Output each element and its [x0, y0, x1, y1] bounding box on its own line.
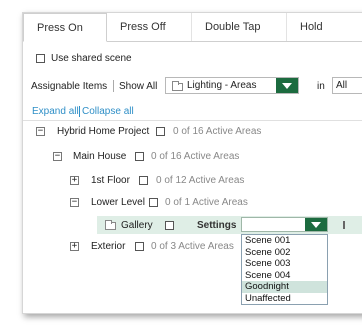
- location-dropdown[interactable]: All: [332, 77, 362, 94]
- exterior-expand-toggle[interactable]: +: [70, 242, 79, 251]
- tab-press-off[interactable]: Press Off: [107, 13, 192, 41]
- exterior-label: Exterior: [91, 241, 126, 252]
- filter-separator: [113, 80, 114, 92]
- exterior-checkbox[interactable]: [135, 242, 144, 251]
- divider: [23, 120, 362, 121]
- main-house-checkbox[interactable]: [135, 152, 144, 161]
- scene-option[interactable]: Scene 001: [242, 235, 327, 247]
- scene-select[interactable]: [241, 217, 328, 232]
- dropdown-arrow-button[interactable]: [276, 78, 298, 93]
- folder-icon: [172, 81, 183, 91]
- lower-level-collapse-toggle[interactable]: −: [70, 198, 79, 207]
- project-status: 0 of 16 Active Areas: [173, 126, 262, 137]
- tab-hold[interactable]: Hold: [287, 13, 362, 41]
- lower-level-label: Lower Level: [91, 197, 145, 208]
- category-dropdown[interactable]: Lighting - Areas: [165, 77, 299, 94]
- tab-bar: Press On Press Off Double Tap Hold: [23, 13, 362, 42]
- scene-option[interactable]: Scene 003: [242, 258, 327, 270]
- gallery-settings-label: Settings: [197, 220, 237, 231]
- use-shared-scene-checkbox[interactable]: [36, 54, 45, 63]
- location-dropdown-value: All: [336, 80, 348, 91]
- first-floor-expand-toggle[interactable]: +: [70, 176, 79, 185]
- project-label: Hybrid Home Project: [57, 126, 150, 137]
- gallery-row[interactable]: Gallery Settings: [97, 216, 362, 234]
- scene-dropdown-list: Scene 001 Scene 002 Scene 003 Scene 004 …: [241, 234, 328, 305]
- chevron-down-icon: [282, 83, 292, 89]
- main-house-collapse-toggle[interactable]: −: [53, 152, 62, 161]
- gallery-checkbox[interactable]: [165, 221, 174, 230]
- use-shared-scene-label: Use shared scene: [51, 53, 132, 64]
- project-checkbox[interactable]: [156, 127, 165, 136]
- first-floor-label: 1st Floor: [91, 175, 130, 186]
- tab-press-on[interactable]: Press On: [23, 13, 107, 42]
- links-separator: [79, 106, 80, 117]
- folder-icon: [105, 220, 116, 230]
- show-all-label: Show All: [119, 81, 158, 92]
- expand-all-link[interactable]: Expand all: [32, 106, 79, 117]
- main-house-status: 0 of 16 Active Areas: [151, 151, 240, 162]
- category-dropdown-value: Lighting - Areas: [187, 80, 257, 91]
- first-floor-status: 0 of 12 Active Areas: [156, 175, 245, 186]
- lower-level-checkbox[interactable]: [149, 198, 158, 207]
- scene-option[interactable]: Scene 004: [242, 270, 327, 282]
- in-label: in: [317, 81, 325, 92]
- scene-option[interactable]: Scene 002: [242, 247, 327, 259]
- exterior-status: 0 of 3 Active Areas: [151, 241, 234, 252]
- lower-level-status: 0 of 1 Active Areas: [165, 197, 248, 208]
- main-house-label: Main House: [73, 151, 127, 162]
- scene-option[interactable]: Unaffected: [242, 293, 327, 305]
- assignable-items-label: Assignable Items: [31, 81, 108, 92]
- first-floor-checkbox[interactable]: [139, 176, 148, 185]
- button-action-panel: Press On Press Off Double Tap Hold Use s…: [22, 12, 362, 314]
- project-collapse-toggle[interactable]: −: [36, 127, 45, 136]
- chevron-down-icon: [311, 222, 321, 228]
- scene-select-arrow[interactable]: [305, 218, 327, 231]
- collapse-all-link[interactable]: Collapse all: [82, 106, 134, 117]
- scene-option-highlighted[interactable]: Goodnight: [242, 281, 327, 293]
- gallery-label: Gallery: [121, 220, 153, 231]
- tab-double-tap[interactable]: Double Tap: [192, 13, 287, 41]
- column-handle-icon: [343, 221, 345, 229]
